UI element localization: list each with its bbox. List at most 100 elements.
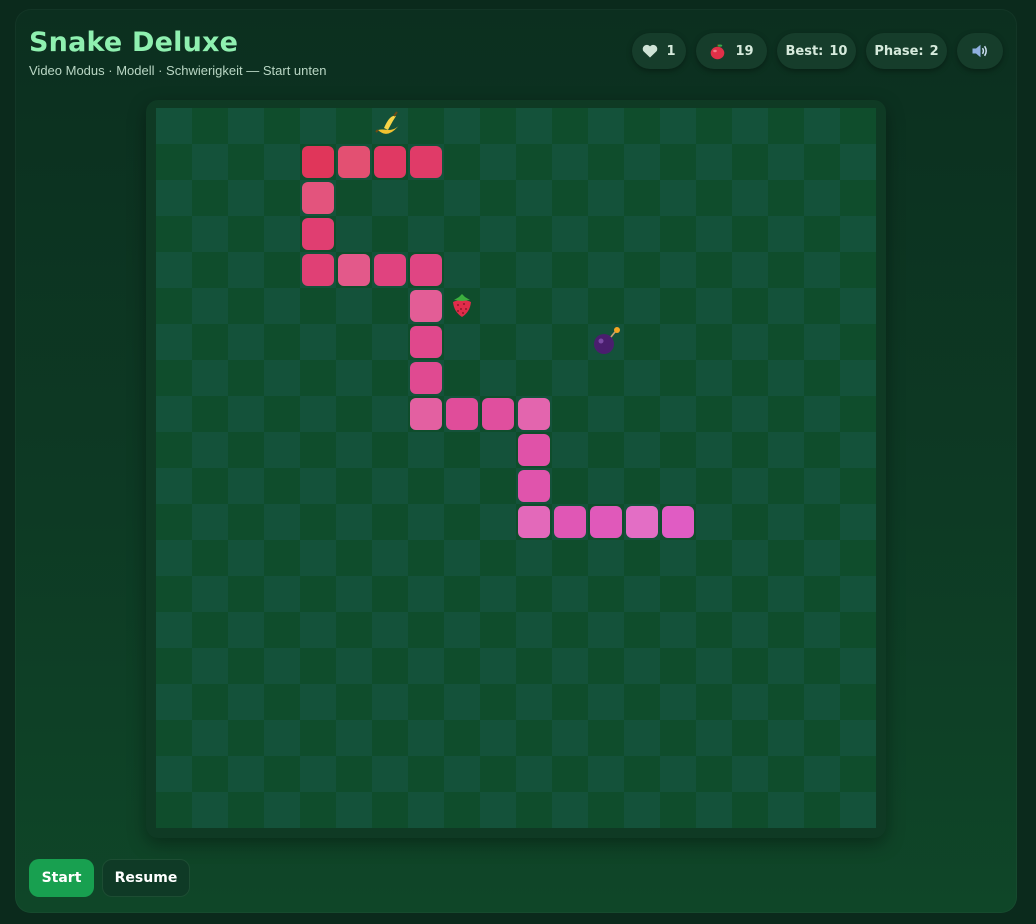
board-tile bbox=[192, 144, 228, 180]
board-tile bbox=[336, 792, 372, 828]
board-tile bbox=[156, 396, 192, 432]
board-tile bbox=[336, 504, 372, 540]
board-tile bbox=[732, 648, 768, 684]
board-tile bbox=[264, 396, 300, 432]
board-tile bbox=[228, 684, 264, 720]
board-tile bbox=[696, 288, 732, 324]
board-tile bbox=[804, 180, 840, 216]
board-tile bbox=[840, 180, 876, 216]
board-tile bbox=[552, 576, 588, 612]
board-tile bbox=[264, 468, 300, 504]
snake-segment-shade bbox=[410, 398, 442, 430]
board-tile bbox=[192, 288, 228, 324]
snake-segment bbox=[410, 326, 442, 358]
board-tile bbox=[408, 108, 444, 144]
start-button[interactable]: Start bbox=[29, 859, 94, 897]
board-tile bbox=[156, 108, 192, 144]
board-tile bbox=[444, 684, 480, 720]
board-tile bbox=[588, 360, 624, 396]
board-tile bbox=[624, 396, 660, 432]
board-tile bbox=[588, 396, 624, 432]
sound-toggle-button[interactable] bbox=[957, 33, 1003, 69]
board-tile bbox=[588, 252, 624, 288]
board-tile bbox=[624, 144, 660, 180]
board-tile bbox=[552, 324, 588, 360]
board-tile bbox=[336, 612, 372, 648]
board-tile bbox=[228, 432, 264, 468]
board-tile bbox=[264, 648, 300, 684]
board-tile bbox=[408, 756, 444, 792]
board-tile bbox=[660, 396, 696, 432]
board-tile bbox=[408, 504, 444, 540]
snake-segment bbox=[374, 146, 406, 178]
board-tile bbox=[624, 720, 660, 756]
board-tile bbox=[840, 108, 876, 144]
board-tile bbox=[192, 108, 228, 144]
board-tile bbox=[264, 324, 300, 360]
board-tile bbox=[840, 612, 876, 648]
snake-segment bbox=[302, 218, 334, 250]
board-tile bbox=[228, 720, 264, 756]
phase-label: Phase: bbox=[874, 43, 924, 59]
board-tile bbox=[264, 576, 300, 612]
board-tile bbox=[156, 648, 192, 684]
board-tile bbox=[444, 324, 480, 360]
board-tile bbox=[732, 396, 768, 432]
board-tile bbox=[336, 360, 372, 396]
snake-segment bbox=[446, 398, 478, 430]
snake-segment bbox=[410, 146, 442, 178]
board-tile bbox=[768, 684, 804, 720]
board-tile bbox=[516, 756, 552, 792]
board-tile bbox=[768, 756, 804, 792]
board-tile bbox=[804, 360, 840, 396]
board-tile bbox=[840, 288, 876, 324]
board-tile bbox=[660, 180, 696, 216]
board-tile bbox=[156, 144, 192, 180]
snake-segment bbox=[590, 506, 622, 538]
board-tile bbox=[156, 756, 192, 792]
board-tile bbox=[336, 324, 372, 360]
board-tile bbox=[336, 720, 372, 756]
board-tile bbox=[516, 324, 552, 360]
board-tile bbox=[192, 576, 228, 612]
board-tile bbox=[300, 288, 336, 324]
board-tile bbox=[840, 144, 876, 180]
lives-value: 1 bbox=[666, 43, 676, 59]
board-tile bbox=[804, 756, 840, 792]
board-tile bbox=[408, 648, 444, 684]
board-tile bbox=[768, 792, 804, 828]
board-tile bbox=[480, 360, 516, 396]
board-tile bbox=[660, 360, 696, 396]
board-tile bbox=[552, 648, 588, 684]
board-tile bbox=[552, 288, 588, 324]
board-tile bbox=[804, 144, 840, 180]
board-tile bbox=[192, 648, 228, 684]
board-tile bbox=[228, 648, 264, 684]
snake-segment-shade bbox=[410, 290, 442, 322]
game-board[interactable] bbox=[156, 108, 876, 828]
board-tile bbox=[480, 540, 516, 576]
resume-button[interactable]: Resume bbox=[102, 859, 190, 897]
board-tile bbox=[156, 216, 192, 252]
snake-segment-shade bbox=[626, 506, 658, 538]
board-tile bbox=[372, 324, 408, 360]
board-tile bbox=[768, 360, 804, 396]
board-tile bbox=[300, 720, 336, 756]
board-tile bbox=[804, 216, 840, 252]
board-tile bbox=[156, 180, 192, 216]
board-tile bbox=[480, 792, 516, 828]
board-tile bbox=[300, 360, 336, 396]
board-tile bbox=[552, 432, 588, 468]
board-tile bbox=[588, 576, 624, 612]
board-tile bbox=[588, 180, 624, 216]
board-tile bbox=[660, 576, 696, 612]
board-tile bbox=[228, 540, 264, 576]
snake-segment-end bbox=[302, 146, 334, 178]
board-tile bbox=[696, 144, 732, 180]
board-tile bbox=[228, 756, 264, 792]
board-tile bbox=[840, 540, 876, 576]
board-tile bbox=[516, 360, 552, 396]
board-tile bbox=[804, 540, 840, 576]
board-tile bbox=[732, 468, 768, 504]
board-tile bbox=[768, 396, 804, 432]
